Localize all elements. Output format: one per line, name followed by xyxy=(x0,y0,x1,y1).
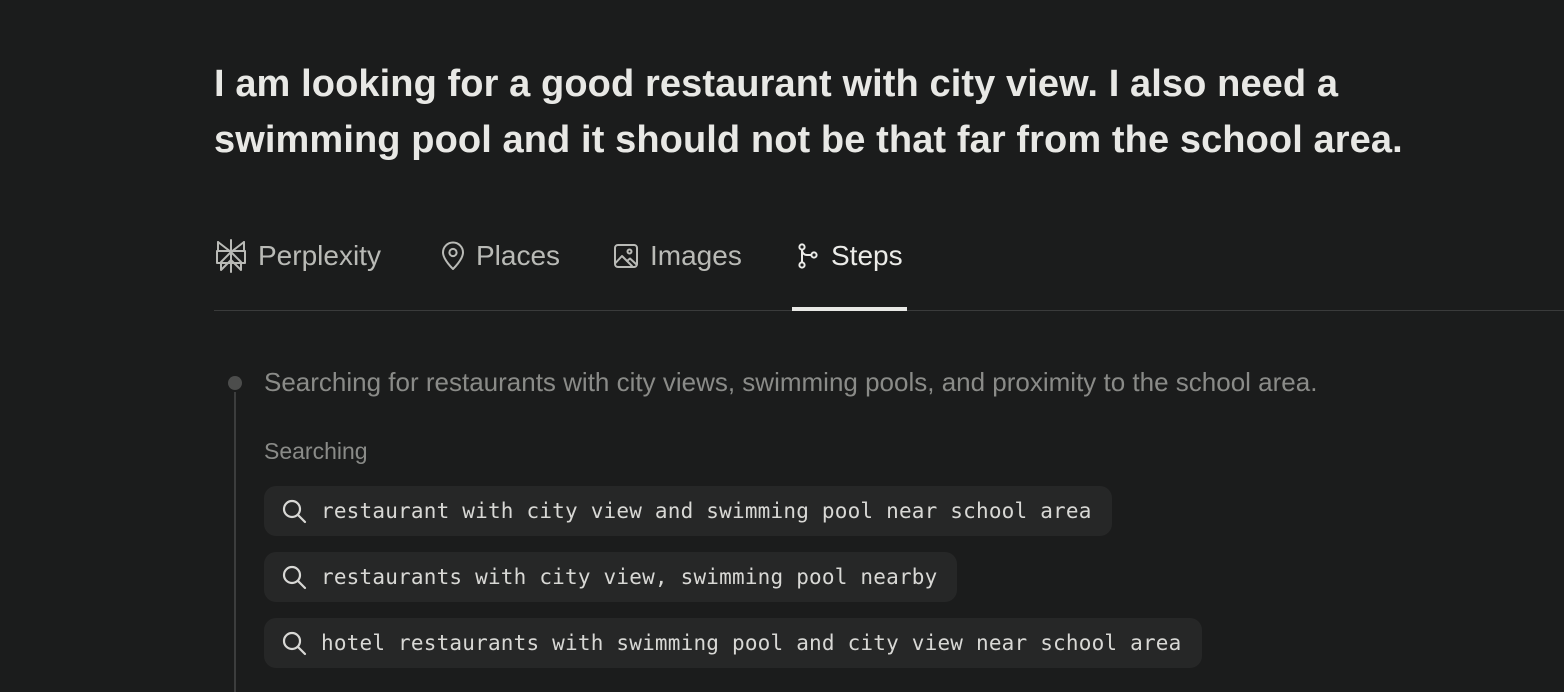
step-description: Searching for restaurants with city view… xyxy=(264,367,1318,397)
search-query-text: restaurants with city view, swimming poo… xyxy=(321,565,938,589)
search-icon xyxy=(280,629,308,657)
perplexity-logo-icon xyxy=(214,238,248,274)
search-query-pill[interactable]: restaurants with city view, swimming poo… xyxy=(264,552,958,602)
step-bullet xyxy=(228,376,242,390)
search-query-text: hotel restaurants with swimming pool and… xyxy=(321,631,1182,655)
search-query-pill[interactable]: restaurant with city view and swimming p… xyxy=(264,486,1112,536)
query-title: I am looking for a good restaurant with … xyxy=(214,63,1403,161)
searching-label: Searching xyxy=(264,438,368,464)
map-pin-icon xyxy=(440,238,466,274)
tab-bar: Perplexity Places Images Steps xyxy=(214,224,1564,311)
steps-panel: Searching for restaurants with city view… xyxy=(214,350,1564,692)
search-query-pill[interactable]: hotel restaurants with swimming pool and… xyxy=(264,618,1202,668)
tab-images-label: Images xyxy=(650,240,742,271)
tab-places[interactable]: Places xyxy=(440,224,560,310)
step-timeline-line xyxy=(234,392,236,692)
tab-images[interactable]: Images xyxy=(612,224,742,310)
tab-perplexity[interactable]: Perplexity xyxy=(214,224,381,310)
search-icon xyxy=(280,497,308,525)
image-icon xyxy=(612,238,640,274)
search-icon xyxy=(280,563,308,591)
tab-perplexity-label: Perplexity xyxy=(258,240,381,271)
search-query-text: restaurant with city view and swimming p… xyxy=(321,499,1092,523)
git-branch-icon xyxy=(795,238,821,274)
page: I am looking for a good restaurant with … xyxy=(0,0,1564,692)
tab-steps[interactable]: Steps xyxy=(792,224,907,311)
tab-steps-label: Steps xyxy=(831,240,903,271)
tab-places-label: Places xyxy=(476,240,561,271)
